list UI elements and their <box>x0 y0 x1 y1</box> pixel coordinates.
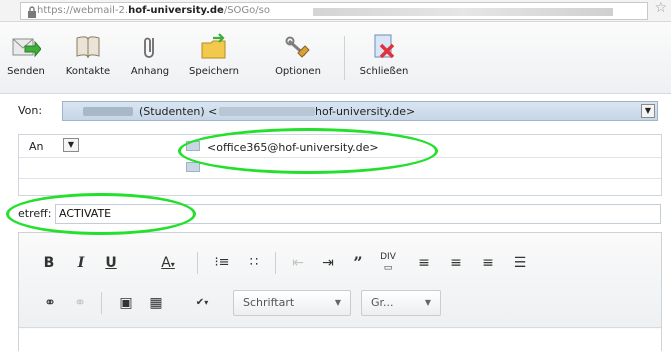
subject-input[interactable]: ACTIVATE <box>55 204 661 224</box>
contacts-button[interactable]: Kontakte <box>56 32 120 77</box>
toolbar-separator <box>197 252 198 274</box>
numbered-list-icon[interactable]: ⁝≡ <box>211 251 233 275</box>
save-button[interactable]: Speichern <box>182 32 246 77</box>
from-label: Von: <box>18 104 43 117</box>
recipient-address[interactable]: <office365@hof-university.de> <box>207 141 379 154</box>
lock-icon <box>28 6 36 18</box>
font-size-select[interactable]: Gr... ▼ <box>361 290 441 316</box>
address-field[interactable]: https://webmail-2.hof-university.de/SOGo… <box>20 2 648 20</box>
align-left-icon[interactable]: ≡ <box>413 251 435 275</box>
underline-button[interactable]: U <box>101 251 121 275</box>
recipient-divider <box>19 157 661 158</box>
send-icon <box>12 38 41 58</box>
unlink-icon[interactable]: ⚭ <box>69 291 91 315</box>
editor-toolbar: B I U A▾ ⁝≡ ∷ ⇤ ⇥ ” DIV ▭ ≡ ≡ ≡ ☰ ⚭ ⚭ ▣ ▦… <box>19 233 661 328</box>
recipient-type-dropdown[interactable]: ▼ <box>63 138 79 152</box>
toolbar-separator <box>101 292 102 314</box>
contacts-icon <box>76 36 100 59</box>
subject-row: etreff: ACTIVATE <box>18 203 662 225</box>
align-justify-icon[interactable]: ☰ <box>509 251 531 275</box>
bold-button[interactable]: B <box>39 251 59 275</box>
address-book-icon[interactable] <box>186 141 200 151</box>
sender-group: (Studenten) < <box>139 105 218 118</box>
indent-icon[interactable]: ⇥ <box>317 251 339 275</box>
italic-button[interactable]: I <box>71 251 91 275</box>
blockquote-icon[interactable]: ” <box>347 251 369 275</box>
div-block-icon[interactable]: DIV ▭ <box>377 251 399 275</box>
spellcheck-icon[interactable]: ✔▾ <box>187 291 217 315</box>
message-body[interactable] <box>19 329 661 351</box>
options-icon <box>285 36 310 58</box>
subject-label: etreff: <box>18 207 52 220</box>
compose-toolbar: Senden Kontakte Anhang Speichern Optione… <box>0 22 671 94</box>
align-center-icon[interactable]: ≡ <box>445 251 467 275</box>
table-icon[interactable]: ▦ <box>145 291 167 315</box>
attachment-button[interactable]: Anhang <box>120 32 180 77</box>
close-icon <box>374 34 395 59</box>
font-family-value: Schriftart <box>243 296 295 309</box>
send-button[interactable]: Senden <box>4 32 48 77</box>
options-button[interactable]: Optionen <box>262 32 334 77</box>
toolbar-separator <box>275 252 276 274</box>
chevron-down-icon: ▼ <box>334 298 341 307</box>
bullet-list-icon[interactable]: ∷ <box>243 251 265 275</box>
message-editor: B I U A▾ ⁝≡ ∷ ⇤ ⇥ ” DIV ▭ ≡ ≡ ≡ ☰ ⚭ ⚭ ▣ ▦… <box>18 232 662 351</box>
recipient-divider <box>19 178 661 179</box>
from-row: Von: (Studenten) < hof-university.de> ▼ <box>12 101 664 123</box>
recipients-area: An ▼ <office365@hof-university.de> <box>18 134 662 196</box>
sender-name-redacted <box>83 107 133 116</box>
from-select[interactable]: (Studenten) < hof-university.de> ▼ <box>62 101 658 121</box>
address-book-icon[interactable] <box>186 162 200 172</box>
image-icon[interactable]: ▣ <box>115 291 137 315</box>
chevron-down-icon[interactable]: ▼ <box>641 104 655 118</box>
save-icon <box>201 33 226 59</box>
url-text: https://webmail-2.hof-university.de/SOGo… <box>37 5 270 16</box>
font-size-value: Gr... <box>371 296 394 309</box>
bookmark-star-icon[interactable]: ☆ <box>654 0 667 16</box>
browser-url-bar: https://webmail-2.hof-university.de/SOGo… <box>0 0 671 22</box>
link-icon[interactable]: ⚭ <box>39 291 61 315</box>
sender-email-redacted <box>219 107 315 116</box>
font-family-select[interactable]: Schriftart ▼ <box>233 290 351 316</box>
url-redacted <box>313 8 613 16</box>
align-right-icon[interactable]: ≡ <box>477 251 499 275</box>
close-button[interactable]: Schließen <box>352 32 416 77</box>
outdent-icon[interactable]: ⇤ <box>287 251 309 275</box>
font-color-button[interactable]: A▾ <box>153 251 183 275</box>
recipient-type-label: An <box>29 140 44 153</box>
attachment-icon <box>144 37 154 58</box>
chevron-down-icon: ▼ <box>424 298 431 307</box>
sender-domain: hof-university.de> <box>315 105 416 118</box>
toolbar-divider <box>344 36 345 80</box>
